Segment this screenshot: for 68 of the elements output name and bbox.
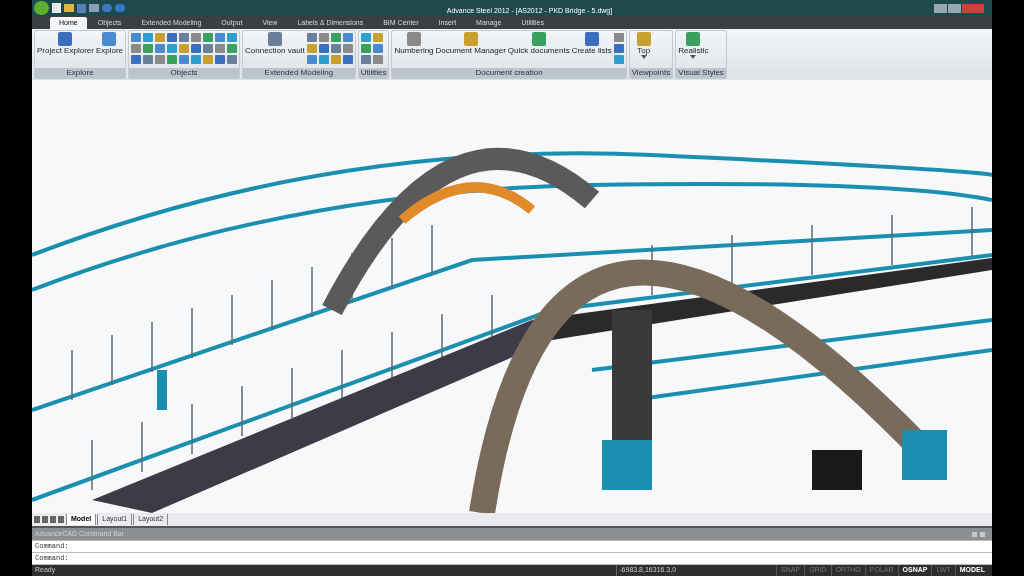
ribbon-large-button[interactable]: Explore [95,32,124,55]
tool-icon[interactable] [306,55,317,64]
close-button[interactable] [962,3,984,13]
tool-icon[interactable] [342,44,353,53]
ribbon-large-button[interactable]: Numbering [394,32,434,55]
minimize-button[interactable] [934,3,947,13]
tool-icon[interactable] [318,33,329,42]
tool-icon[interactable] [306,33,317,42]
tool-icon[interactable] [330,33,341,42]
tool-icon[interactable] [191,44,202,53]
ribbon-large-button[interactable]: Create lists [571,32,612,55]
ribbon-large-button[interactable]: Realistic [678,32,709,59]
tool-icon[interactable] [143,55,154,64]
tool-icon[interactable] [191,55,202,64]
tool-icon[interactable] [131,33,142,42]
tool-icon[interactable] [179,33,190,42]
ribbon-large-button[interactable]: Top [631,32,656,59]
tool-icon[interactable] [203,55,214,64]
tool-icon[interactable] [613,44,624,53]
ribbon-large-button[interactable]: Document Manager [435,32,506,55]
tool-icon[interactable] [203,44,214,53]
panel-title: Extended Modeling [243,68,355,78]
panel-title: Document creation [392,68,626,78]
tool-icon[interactable] [330,55,341,64]
maximize-button[interactable] [948,3,961,13]
tool-icon[interactable] [360,55,371,64]
panel-title: Visual Styles [676,68,726,78]
tool-icon[interactable] [318,55,329,64]
tool-icon[interactable] [143,44,154,53]
tool-icon[interactable] [227,33,238,42]
tool-icon[interactable] [167,44,178,53]
panel-title: Viewpoints [629,68,673,78]
ribbon-large-button[interactable]: Quick documents [507,32,570,55]
tool-icon[interactable] [167,55,178,64]
tool-icon[interactable] [330,44,341,53]
tool-icon[interactable] [306,44,317,53]
tool-icon[interactable] [131,44,142,53]
ribbon-large-button[interactable]: Connection vault [245,32,305,55]
tool-icon[interactable] [131,55,142,64]
tool-icon[interactable] [360,33,371,42]
tool-icon[interactable] [155,33,166,42]
app-logo-icon[interactable] [34,1,49,15]
tool-icon[interactable] [372,44,383,53]
panel-title: Explore [35,68,126,78]
tool-icon[interactable] [613,33,624,42]
tool-icon[interactable] [179,44,190,53]
tool-icon[interactable] [227,44,238,53]
tool-icon[interactable] [155,55,166,64]
tool-icon[interactable] [167,33,178,42]
panel-title: Utilities [358,68,389,78]
tool-icon[interactable] [143,33,154,42]
tool-icon[interactable] [215,33,226,42]
tool-icon[interactable] [203,33,214,42]
tool-icon[interactable] [155,44,166,53]
tool-icon[interactable] [179,55,190,64]
tool-icon[interactable] [613,55,624,64]
tool-icon[interactable] [342,33,353,42]
tool-icon[interactable] [372,55,383,64]
tool-icon[interactable] [191,33,202,42]
tool-icon[interactable] [227,55,238,64]
tool-icon[interactable] [215,55,226,64]
tool-icon[interactable] [215,44,226,53]
ribbon-large-button[interactable]: Project Explorer [37,32,94,55]
panel-title: Objects [129,68,240,78]
tool-icon[interactable] [342,55,353,64]
tool-icon[interactable] [318,44,329,53]
tool-icon[interactable] [360,44,371,53]
tool-icon[interactable] [372,33,383,42]
